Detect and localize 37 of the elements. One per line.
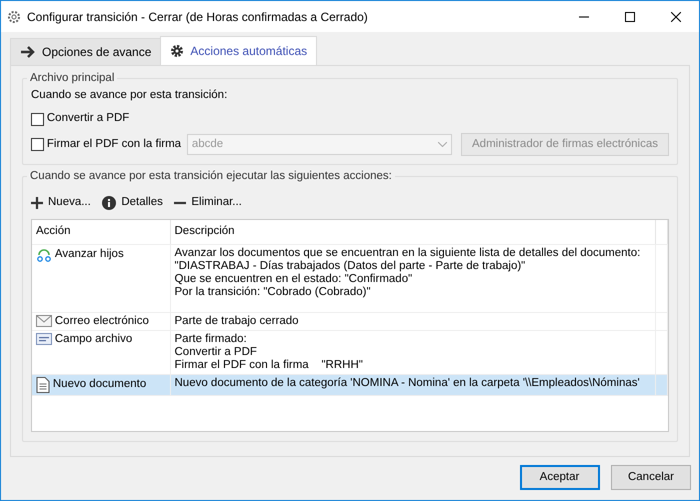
dialog-button[interactable]: Cancelar [611, 465, 691, 490]
arrow-icon [20, 45, 36, 59]
checkbox-label[interactable]: Firmar el PDF con la firma [46, 136, 182, 154]
checkbox[interactable] [31, 112, 44, 126]
table-cell: Parte de trabajo cerrado [170, 312, 656, 330]
table-cell: Parte firmado: Convertir a PDF Firmar el PDF con la firma "RRHH" [170, 330, 656, 374]
checkbox[interactable] [31, 138, 44, 152]
instruction-text: Cuando se avance por esta transición: [31, 88, 228, 104]
table-cell: Nuevo documento de la categoría 'NOMINA - Nomina' en la carpeta '\\Empleados\Nóminas' [170, 374, 656, 396]
close-icon[interactable] [671, 12, 681, 22]
toolbar-button[interactable]: Detalles [102, 194, 163, 212]
toolbar-button[interactable]: Eliminar... [174, 194, 242, 212]
info-icon [102, 196, 116, 210]
table-cell[interactable]: Avanzar hijos [32, 244, 170, 312]
checkbox-label[interactable]: Convertir a PDF [46, 110, 130, 128]
gear-icon [7, 10, 21, 24]
dialog-button[interactable]: Aceptar [520, 465, 600, 490]
column-header: Descripción [170, 220, 656, 244]
group-title: Cuando se avance por esta transición ejecutar las siguientes acciones: [29, 171, 393, 183]
maximize-icon[interactable] [625, 12, 635, 22]
cycle-icon [36, 246, 52, 263]
caret-icon [438, 142, 448, 148]
table-cell: Avanzar los documentos que se encuentran en la siguiente lista de detalles del documento: "DIASTRABAJ - Días trabajados (Datos del parte - Parte de trabajo)" Que se encuentren en el estado: "Confirmado" Por la transición: "Cobrado (Cobrado)" [170, 244, 656, 312]
tab[interactable]: Acciones automáticas [160, 36, 318, 65]
envelope-icon [36, 315, 52, 328]
table-cell[interactable]: Nuevo documento [32, 374, 170, 396]
document-icon [36, 376, 50, 393]
text-field-icon [36, 333, 52, 346]
group-title: Archivo principal [29, 73, 116, 84]
tab[interactable]: Opciones de avance [10, 38, 162, 65]
window-title: Configurar transición - Cerrar (de Horas confirmadas a Cerrado) [27, 8, 369, 26]
table-cell[interactable]: Correo electrónico [32, 312, 170, 330]
toolbar-button[interactable]: Nueva... [31, 194, 91, 212]
table-cell[interactable]: Campo archivo [32, 330, 170, 374]
plus-icon [31, 196, 43, 209]
column-header: Acción [32, 220, 170, 244]
gear-icon [170, 44, 184, 58]
